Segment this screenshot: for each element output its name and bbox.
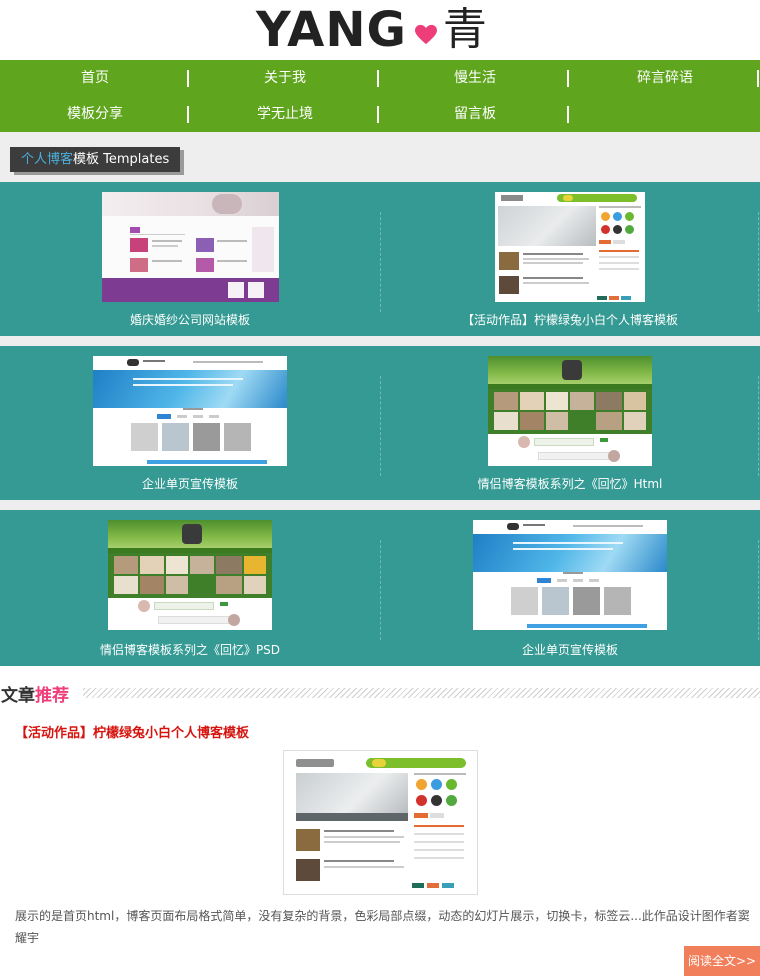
heading-label: 个人博客模板 Templates xyxy=(10,147,181,172)
template-thumbnail-memory-psd[interactable] xyxy=(108,520,272,630)
template-caption[interactable]: 情侣博客模板系列之《回忆》PSD xyxy=(0,641,380,659)
article-section-heading: 文章 推荐 xyxy=(0,677,760,709)
templates-row: 情侣博客模板系列之《回忆》PSD 企业单页宣传模板 xyxy=(0,510,760,666)
nav-item-murmurs[interactable]: 碎言碎语 xyxy=(570,60,760,96)
heading-part-article: 文章 xyxy=(1,685,35,706)
template-thumbnail-enterprise[interactable] xyxy=(93,356,287,466)
template-card[interactable]: 企业单页宣传模板 xyxy=(380,510,760,666)
nav-label: 留言板 xyxy=(454,106,496,122)
nav-label: 学无止境 xyxy=(257,106,313,122)
article-thumbnail[interactable] xyxy=(283,750,478,895)
read-more-button[interactable]: 阅读全文>> xyxy=(684,946,760,976)
nav-separator xyxy=(757,70,759,87)
logo-word: YANG xyxy=(256,2,407,58)
template-card[interactable]: 情侣博客模板系列之《回忆》PSD xyxy=(0,510,380,666)
heading-stripes xyxy=(83,688,760,698)
template-caption[interactable]: 企业单页宣传模板 xyxy=(0,475,380,493)
template-card[interactable]: 婚庆婚纱公司网站模板 xyxy=(0,182,380,336)
templates-grid: 婚庆婚纱公司网站模板 【活动作品】柠檬绿兔小白个人博客模板 企业单页宣传模板 情… xyxy=(0,182,760,666)
templates-row: 企业单页宣传模板 情侣博客模板系列之《回忆》Html xyxy=(0,346,760,500)
template-caption[interactable]: 婚庆婚纱公司网站模板 xyxy=(0,311,380,329)
heading-rest: 模板 Templates xyxy=(73,152,170,167)
nav-item-slow-life[interactable]: 慢生活 xyxy=(380,60,570,96)
template-card[interactable]: 情侣博客模板系列之《回忆》Html xyxy=(380,346,760,500)
nav-row-2: 模板分享 学无止境 留言板 xyxy=(0,96,760,132)
nav-separator xyxy=(567,106,569,123)
nav-label: 模板分享 xyxy=(67,106,123,122)
heading-part-recommend: 推荐 xyxy=(35,685,69,706)
template-thumbnail-enterprise[interactable] xyxy=(473,520,667,630)
nav-row-1: 首页 关于我 慢生活 碎言碎语 xyxy=(0,60,760,96)
nav-separator xyxy=(187,70,189,87)
nav-label: 首页 xyxy=(81,70,109,86)
site-logo[interactable]: YANG 青 xyxy=(256,4,487,56)
nav-item-guestbook[interactable]: 留言板 xyxy=(380,96,570,132)
heading-highlight: 个人博客 xyxy=(21,152,74,167)
nav-separator xyxy=(377,70,379,87)
templates-heading: 个人博客模板 Templates xyxy=(10,147,185,175)
heart-icon xyxy=(414,24,437,45)
logo-chinese-char: 青 xyxy=(442,4,487,55)
nav-separator xyxy=(187,106,189,123)
template-thumbnail-wedding[interactable] xyxy=(102,192,279,302)
nav-label: 碎言碎语 xyxy=(637,70,693,86)
template-caption[interactable]: 企业单页宣传模板 xyxy=(380,641,760,659)
templates-row: 婚庆婚纱公司网站模板 【活动作品】柠檬绿兔小白个人博客模板 xyxy=(0,182,760,336)
template-caption[interactable]: 【活动作品】柠檬绿兔小白个人博客模板 xyxy=(380,311,760,329)
nav-item-learning[interactable]: 学无止境 xyxy=(190,96,380,132)
nav-separator xyxy=(567,70,569,87)
template-card[interactable]: 企业单页宣传模板 xyxy=(0,346,380,500)
nav-item-about[interactable]: 关于我 xyxy=(190,60,380,96)
template-thumbnail-memory-html[interactable] xyxy=(488,356,652,466)
nav-label: 关于我 xyxy=(264,70,306,86)
template-thumbnail-lemon-green[interactable] xyxy=(495,192,645,302)
nav-item-templates[interactable]: 模板分享 xyxy=(0,96,190,132)
site-header: YANG 青 xyxy=(0,0,760,60)
templates-section: 个人博客模板 Templates 婚庆婚纱公司网站模板 【活动作品】柠檬绿兔小白… xyxy=(0,132,760,666)
nav-label: 慢生活 xyxy=(454,70,496,86)
main-nav: 首页 关于我 慢生活 碎言碎语 模板分享 学无止境 留言板 xyxy=(0,60,760,132)
article-excerpt: 展示的是首页html，博客页面布局格式简单，没有复杂的背景，色彩局部点缀，动态的… xyxy=(15,909,750,945)
nav-separator xyxy=(377,106,379,123)
article-title-link[interactable]: 【活动作品】柠檬绿兔小白个人博客模板 xyxy=(15,725,760,743)
nav-item-home[interactable]: 首页 xyxy=(0,60,190,96)
template-card[interactable]: 【活动作品】柠檬绿兔小白个人博客模板 xyxy=(380,182,760,336)
template-caption[interactable]: 情侣博客模板系列之《回忆》Html xyxy=(380,475,760,493)
